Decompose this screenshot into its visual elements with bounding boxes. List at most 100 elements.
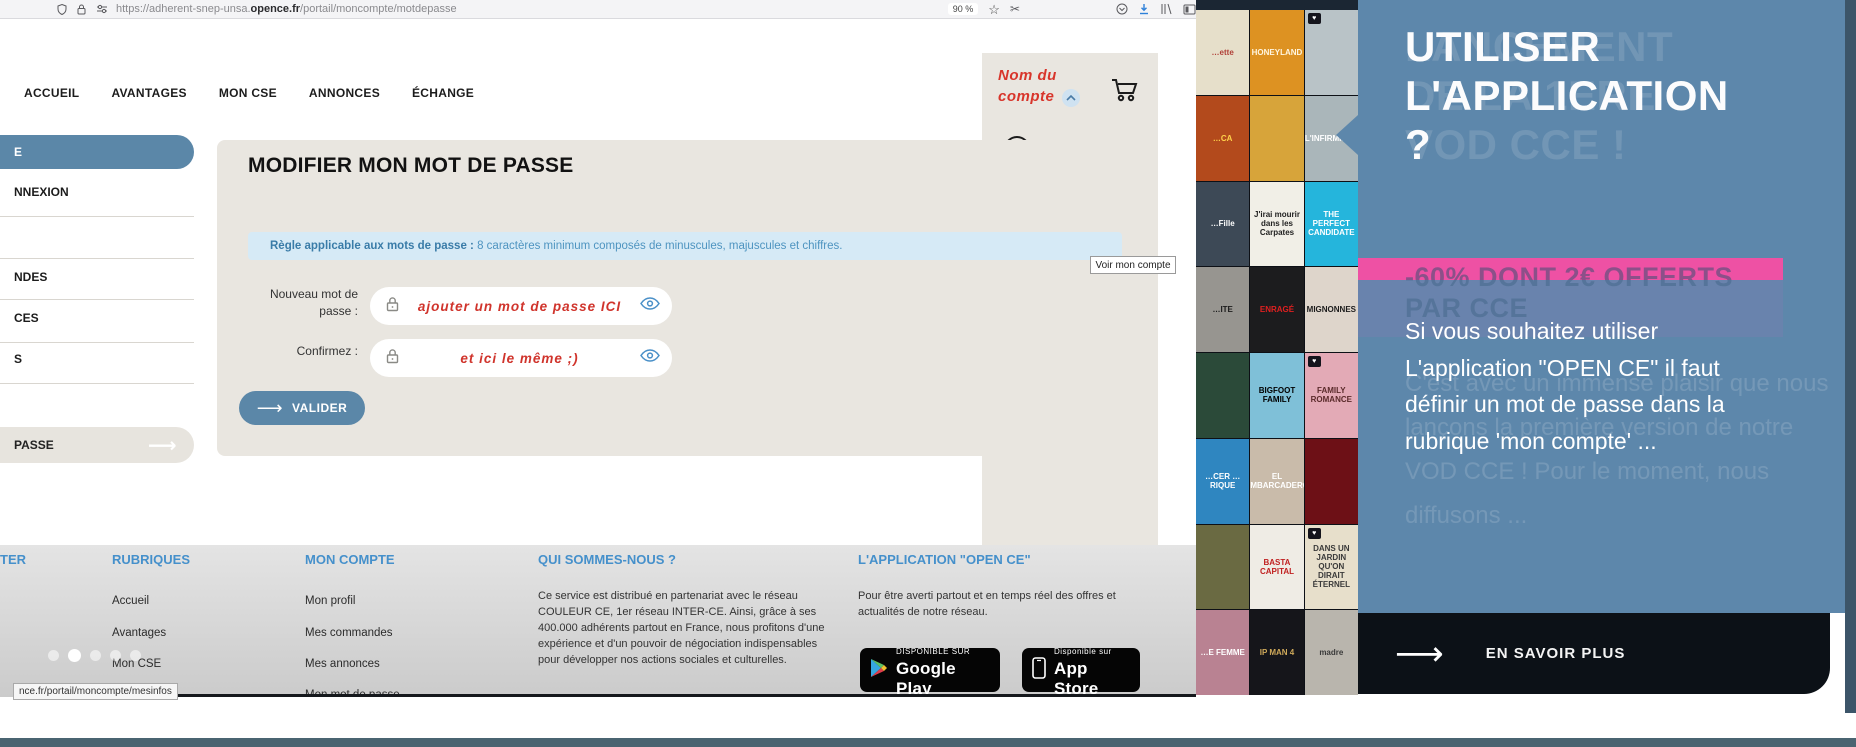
divider bbox=[0, 383, 194, 384]
poster[interactable]: DANS UN JARDIN QU'ON DIRAIT ÉTERNEL bbox=[1304, 524, 1358, 610]
poster[interactable]: …ITE bbox=[1196, 267, 1250, 352]
footer-link-accueil[interactable]: Accueil bbox=[112, 595, 149, 607]
posters-top-bar bbox=[1196, 0, 1358, 10]
screenshot-scissors-icon[interactable]: ✂ bbox=[1010, 3, 1020, 15]
cart-icon[interactable] bbox=[1110, 77, 1140, 108]
voir-mon-compte-tooltip: Voir mon compte bbox=[1090, 256, 1176, 274]
footer-cut-edge bbox=[110, 694, 1196, 697]
sidebar-item-annonces[interactable]: CES bbox=[14, 311, 39, 325]
poster[interactable]: madre bbox=[1304, 610, 1358, 695]
carousel-dots[interactable] bbox=[48, 649, 141, 662]
arrow-right-icon: ⟶ bbox=[148, 433, 177, 457]
nav-item-avantages[interactable]: AVANTAGES bbox=[111, 86, 186, 100]
padlock-icon bbox=[386, 348, 399, 369]
poster[interactable] bbox=[1304, 10, 1358, 95]
eye-icon[interactable] bbox=[640, 349, 660, 367]
link-status-tooltip: nce.fr/portail/moncompte/mesinfos bbox=[13, 683, 178, 700]
confirm-password-input[interactable]: et ici le même ;) bbox=[370, 339, 672, 377]
sidebar-item-commandes[interactable]: NDES bbox=[14, 270, 47, 284]
badge-line2: App Store bbox=[1054, 659, 1099, 697]
poster[interactable]: FAMILY ROMANCE bbox=[1304, 353, 1358, 438]
poster[interactable]: …CER …RIQUE bbox=[1196, 438, 1250, 524]
badge-line1: DISPONIBLE SUR bbox=[896, 647, 971, 656]
poster[interactable]: J'irai mourir dans les Carpates bbox=[1250, 181, 1304, 267]
library-icon[interactable] bbox=[1160, 3, 1173, 15]
new-password-label: Nouveau mot de passe : bbox=[269, 287, 358, 318]
padlock-icon bbox=[386, 296, 399, 317]
panel-left-notch bbox=[1336, 115, 1358, 155]
app-store-badge[interactable]: Disponible sur App Store bbox=[1022, 647, 1140, 697]
footer-qui-heading: QUI SOMMES-NOUS ? bbox=[538, 552, 676, 567]
poster[interactable]: …ette bbox=[1196, 10, 1250, 95]
footer-qui-text: Ce service est distribué en partenariat … bbox=[538, 590, 825, 666]
poster[interactable]: THE PERFECT CANDIDATE bbox=[1304, 181, 1358, 267]
sidebar-item-mot-de-passe[interactable]: PASSE ⟶ bbox=[0, 427, 194, 463]
dot-active[interactable] bbox=[68, 649, 81, 662]
poster[interactable]: HONEYLAND bbox=[1250, 10, 1304, 95]
poster[interactable] bbox=[1196, 524, 1250, 610]
footer-link-avantages[interactable]: Avantages bbox=[112, 627, 166, 639]
sidebar-active-item[interactable]: E bbox=[0, 135, 194, 169]
footer-app-text: Pour être averti partout et en temps rée… bbox=[858, 590, 1116, 618]
footer-link-mes-commandes[interactable]: Mes commandes bbox=[305, 627, 393, 639]
dot[interactable] bbox=[110, 650, 121, 661]
promo-title: UTILISER L'APPLICATION? bbox=[1405, 23, 1729, 168]
dot[interactable] bbox=[90, 650, 101, 661]
lock-icon[interactable] bbox=[77, 4, 86, 15]
password-card: MODIFIER MON MOT DE PASSE Règle applicab… bbox=[217, 140, 1154, 456]
download-icon[interactable] bbox=[1138, 3, 1150, 15]
poster[interactable]: …CA bbox=[1196, 95, 1250, 181]
valider-label: VALIDER bbox=[292, 401, 348, 415]
poster[interactable]: BASTA CAPITAL bbox=[1250, 524, 1304, 610]
poster[interactable]: …E FEMME bbox=[1196, 610, 1250, 695]
main-nav: ACCUEIL AVANTAGES MON CSE ANNONCES ÉCHAN… bbox=[24, 86, 474, 100]
nav-item-annonces[interactable]: ANNONCES bbox=[309, 86, 380, 100]
cta-label: EN SAVOIR PLUS bbox=[1485, 645, 1626, 662]
google-play-icon bbox=[870, 658, 888, 683]
nav-item-echange[interactable]: ÉCHANGE bbox=[412, 86, 474, 100]
dot[interactable] bbox=[130, 650, 141, 661]
sidebar-item-connexion[interactable]: NNEXION bbox=[14, 185, 69, 199]
password-rule-box: Règle applicable aux mots de passe : 8 c… bbox=[248, 232, 1122, 260]
valider-button[interactable]: ⟶ VALIDER bbox=[239, 391, 365, 425]
dot[interactable] bbox=[48, 650, 59, 661]
bookmark-star-icon[interactable]: ☆ bbox=[988, 3, 1000, 16]
footer: TER RUBRIQUES Accueil Avantages Mon CSE … bbox=[0, 545, 1196, 697]
poster[interactable]: ENRAGÉ bbox=[1250, 267, 1304, 352]
divider bbox=[0, 216, 194, 217]
poster[interactable] bbox=[1196, 353, 1250, 438]
divider bbox=[0, 258, 194, 259]
zoom-level-chip[interactable]: 90 % bbox=[947, 3, 979, 15]
browser-toolbar: https://adherent-snep-unsa.opence.fr/por… bbox=[0, 0, 1196, 19]
shield-icon[interactable] bbox=[57, 3, 67, 15]
url-bar[interactable]: https://adherent-snep-unsa.opence.fr/por… bbox=[116, 3, 457, 15]
poster[interactable]: EL EMBARCADERO bbox=[1250, 438, 1304, 524]
sidebar-active-label: E bbox=[14, 145, 23, 159]
eye-icon[interactable] bbox=[640, 297, 660, 315]
nav-item-mon-cse[interactable]: MON CSE bbox=[219, 86, 277, 100]
poster[interactable] bbox=[1250, 95, 1304, 181]
permissions-icon[interactable] bbox=[96, 4, 108, 14]
posters-grid: …ette HONEYLAND …CA L'INFIRMIÈRE …Fille … bbox=[1196, 10, 1358, 695]
sidebar-toggle-icon[interactable] bbox=[1183, 4, 1196, 15]
poster[interactable]: …Fille bbox=[1196, 181, 1250, 267]
google-play-badge[interactable]: DISPONIBLE SUR Google Play bbox=[860, 647, 1000, 697]
footer-link-mon-profil[interactable]: Mon profil bbox=[305, 595, 356, 607]
movie-posters-collage[interactable]: …ette HONEYLAND …CA L'INFIRMIÈRE …Fille … bbox=[1196, 0, 1358, 695]
confirm-password-label: Confirmez : bbox=[296, 344, 358, 358]
pocket-icon[interactable] bbox=[1116, 3, 1128, 15]
nav-item-accueil[interactable]: ACCUEIL bbox=[24, 86, 79, 100]
poster[interactable]: IP MAN 4 bbox=[1250, 610, 1304, 695]
chevron-up-icon[interactable] bbox=[1062, 89, 1080, 107]
en-savoir-plus-button[interactable]: ⟶ EN SAVOIR PLUS bbox=[1358, 613, 1830, 694]
account-name[interactable]: Nom du compte bbox=[998, 65, 1057, 107]
divider bbox=[0, 299, 194, 300]
footer-link-mes-annonces[interactable]: Mes annonces bbox=[305, 658, 380, 670]
password-annotation: et ici le même ;) bbox=[460, 350, 579, 366]
poster[interactable] bbox=[1304, 438, 1358, 524]
poster[interactable]: MIGNONNES bbox=[1304, 267, 1358, 352]
badge-line1: Disponible sur bbox=[1054, 647, 1112, 656]
sidebar-item-s[interactable]: S bbox=[14, 352, 22, 366]
poster[interactable]: BIGFOOT FAMILY bbox=[1250, 353, 1304, 438]
new-password-input[interactable]: ajouter un mot de passe ICI bbox=[370, 287, 672, 325]
